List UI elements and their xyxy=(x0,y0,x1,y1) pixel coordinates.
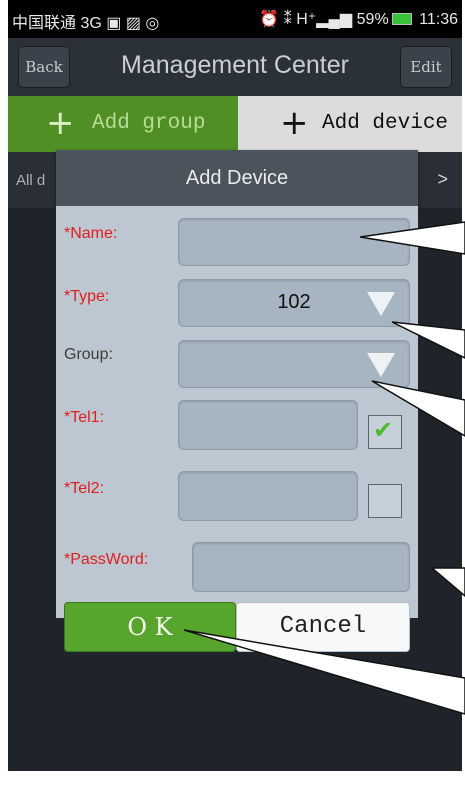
callout-pointer xyxy=(391,321,465,359)
callout-pointer xyxy=(183,629,465,715)
callout-pointer xyxy=(359,221,465,255)
callout-pointer xyxy=(429,567,465,597)
annotation-callouts xyxy=(183,221,465,715)
callout-pointer xyxy=(371,380,465,437)
